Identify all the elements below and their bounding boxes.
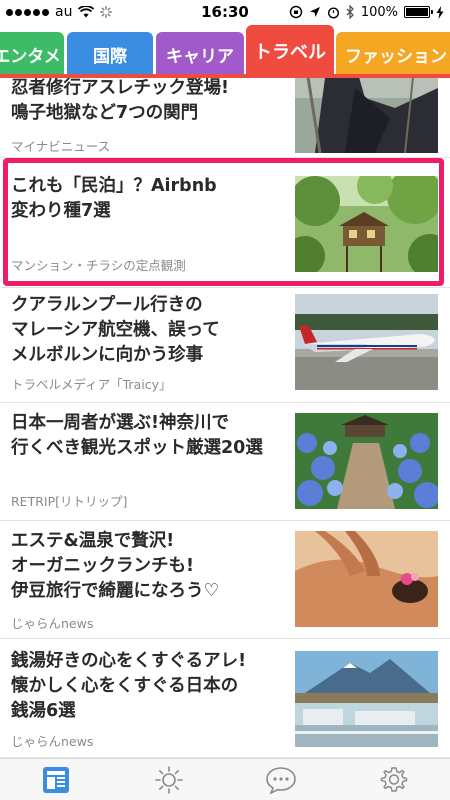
article-title: クアラルンプール行きの マレーシア航空機、誤って メルボルンに向かう珍事 bbox=[11, 293, 286, 368]
article-thumbnail bbox=[295, 531, 438, 627]
tab-career[interactable]: キャリア bbox=[156, 32, 244, 76]
article-title: エステ&温泉で贅沢! オーガニックランチも! 伊豆旅行で綺麗になろう♡ bbox=[11, 529, 286, 604]
settings-gear-icon bbox=[380, 766, 407, 792]
article-source: マンション・チラシの定点観測 bbox=[11, 258, 186, 273]
status-bar: au 16:30 100% bbox=[0, 0, 450, 24]
article-title-line: 行くべき観光スポット厳選20選 bbox=[11, 438, 263, 458]
article-title-line: 懐かしく心をくすぐる日本の bbox=[11, 676, 239, 696]
article-thumbnail bbox=[295, 651, 438, 747]
charging-bolt-icon bbox=[436, 5, 444, 19]
list-item[interactable]: 銭湯好きの心をくすぐるアレ! 懐かしく心をくすぐる日本の 銭湯6選 じゃらんne… bbox=[0, 639, 450, 758]
article-thumbnail bbox=[295, 294, 438, 390]
tab-international[interactable]: 国際 bbox=[67, 32, 153, 76]
article-title-line: 変わり種7選 bbox=[11, 201, 111, 221]
status-right: 100% bbox=[289, 0, 444, 24]
article-title: 銭湯好きの心をくすぐるアレ! 懐かしく心をくすぐる日本の 銭湯6選 bbox=[11, 649, 286, 724]
article-title-line: 銭湯好きの心をくすぐるアレ! bbox=[11, 651, 247, 671]
tab-entame[interactable]: エンタメ bbox=[0, 32, 64, 76]
article-source: じゃらんnews bbox=[11, 616, 94, 631]
article-title-line: 銭湯6選 bbox=[11, 701, 76, 721]
article-title-line: メルボルンに向かう珍事 bbox=[11, 345, 204, 365]
article-title-line: オーガニックランチも! bbox=[11, 556, 194, 576]
category-tabs: エンタメ 国際 キャリア トラベル ファッション bbox=[0, 24, 450, 78]
battery-percent: 100% bbox=[360, 4, 398, 20]
battery-icon bbox=[404, 6, 433, 18]
article-source: トラベルメディア「Traicy」 bbox=[11, 377, 172, 392]
bluetooth-icon bbox=[346, 5, 354, 19]
news-icon bbox=[43, 766, 70, 793]
alarm-icon bbox=[327, 6, 339, 19]
article-thumbnail bbox=[295, 413, 438, 509]
article-list: 忍者修行アスレチック登場! 鳴子地獄など7つの関門 マイナビニュース これも「民… bbox=[0, 78, 450, 758]
list-item[interactable]: クアラルンプール行きの マレーシア航空機、誤って メルボルンに向かう珍事 トラベ… bbox=[0, 288, 450, 403]
list-item[interactable]: エステ&温泉で贅沢! オーガニックランチも! 伊豆旅行で綺麗になろう♡ じゃらん… bbox=[0, 521, 450, 639]
article-title-line: 忍者修行アスレチック登場! bbox=[11, 78, 229, 98]
rotation-lock-icon bbox=[289, 5, 303, 19]
nav-news[interactable] bbox=[31, 761, 81, 799]
article-title-line: 鳴子地獄など7つの関門 bbox=[11, 103, 199, 123]
article-title: 忍者修行アスレチック登場! 鳴子地獄など7つの関門 bbox=[11, 78, 286, 126]
article-title-line: マレーシア航空機、誤って bbox=[11, 320, 220, 340]
nav-chat[interactable] bbox=[256, 761, 306, 799]
bottom-tab-bar bbox=[0, 758, 450, 800]
tab-fashion[interactable]: ファッション bbox=[336, 32, 450, 76]
article-source: じゃらんnews bbox=[11, 734, 94, 749]
nav-settings[interactable] bbox=[369, 761, 419, 799]
article-title-line: 伊豆旅行で綺麗になろう♡ bbox=[11, 581, 220, 601]
weather-sun-icon bbox=[154, 765, 183, 794]
article-title-line: クアラルンプール行きの bbox=[11, 295, 203, 315]
list-item[interactable]: 忍者修行アスレチック登場! 鳴子地獄など7つの関門 マイナビニュース bbox=[0, 78, 450, 158]
location-arrow-icon bbox=[309, 7, 320, 17]
nav-weather[interactable] bbox=[144, 761, 194, 799]
article-title-line: これも「民泊」？Airbnb bbox=[11, 176, 217, 196]
article-title: 日本一周者が選ぶ!神奈川で 行くべき観光スポット厳選20選 bbox=[11, 411, 286, 461]
article-title-line: エステ&温泉で贅沢! bbox=[11, 531, 175, 551]
list-item[interactable]: 日本一周者が選ぶ!神奈川で 行くべき観光スポット厳選20選 RETRIP[リトリ… bbox=[0, 403, 450, 521]
article-source: RETRIP[リトリップ] bbox=[11, 494, 128, 509]
article-source: マイナビニュース bbox=[11, 139, 111, 154]
article-thumbnail bbox=[295, 78, 438, 153]
article-title: これも「民泊」？Airbnb 変わり種7選 bbox=[11, 174, 286, 224]
tab-travel[interactable]: トラベル bbox=[246, 25, 334, 76]
chat-bubble-icon bbox=[266, 766, 297, 794]
article-title-line: 日本一周者が選ぶ!神奈川で bbox=[11, 413, 229, 433]
article-thumbnail bbox=[295, 176, 438, 272]
